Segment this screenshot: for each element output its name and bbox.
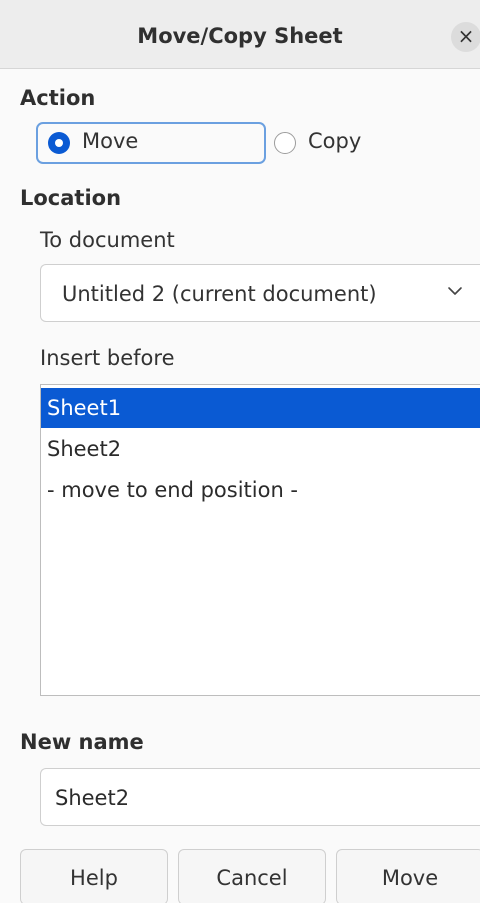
insert-before-label: Insert before [40, 346, 175, 370]
move-copy-sheet-dialog: Move/Copy Sheet × Action Move Copy Locat… [0, 0, 480, 903]
action-label: Action [20, 86, 96, 110]
location-label: Location [20, 186, 122, 210]
titlebar: Move/Copy Sheet × [0, 0, 480, 69]
chevron-down-icon[interactable] [446, 282, 464, 300]
new-name-field[interactable]: Sheet2 [40, 768, 480, 826]
list-item-sheet1[interactable]: Sheet1 [41, 388, 480, 428]
list-item-sheet2[interactable]: Sheet2 [41, 429, 480, 469]
new-name-value: Sheet2 [55, 786, 130, 810]
list-item-move-to-end[interactable]: - move to end position - [41, 470, 480, 510]
radio-copy-label[interactable]: Copy [308, 129, 361, 153]
radio-copy-indicator[interactable] [274, 132, 296, 154]
insert-before-list[interactable]: Sheet1 Sheet2 - move to end position - [40, 384, 480, 696]
move-button[interactable]: Move [336, 849, 480, 903]
to-document-dropdown[interactable]: Untitled 2 (current document) [40, 264, 480, 322]
dialog-title: Move/Copy Sheet [137, 24, 343, 48]
new-name-label: New name [20, 730, 144, 754]
radio-move-label[interactable]: Move [82, 129, 138, 153]
help-button[interactable]: Help [20, 849, 168, 903]
radio-move-indicator[interactable] [48, 132, 70, 154]
to-document-label: To document [40, 228, 175, 252]
to-document-value: Untitled 2 (current document) [62, 282, 377, 306]
close-icon[interactable]: × [451, 22, 480, 52]
radio-move-focus-ring [36, 122, 266, 164]
cancel-button[interactable]: Cancel [178, 849, 326, 903]
